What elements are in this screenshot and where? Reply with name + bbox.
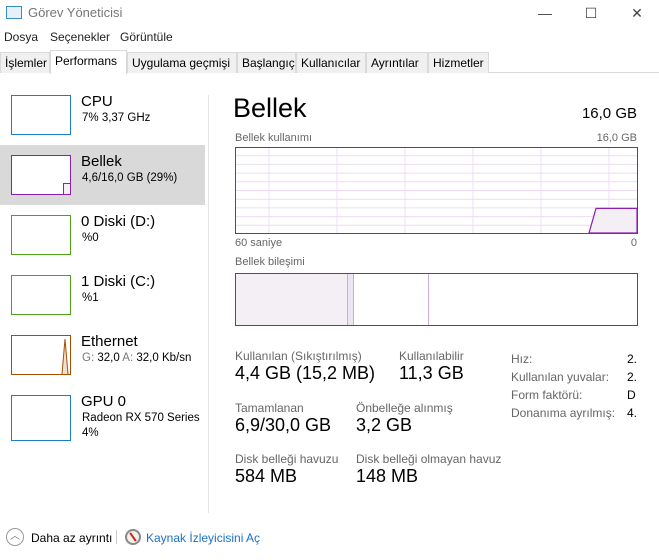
detail-label: Form faktörü: bbox=[511, 388, 583, 402]
chevron-up-icon[interactable]: ︿ bbox=[6, 528, 24, 546]
stat-label: Kullanılan (Sıkıştırılmış) bbox=[235, 349, 362, 363]
stat-value: 6,9/30,0 GB bbox=[235, 415, 332, 435]
stat-paged-pool: Disk belleği havuzu 584 MB bbox=[235, 452, 338, 487]
sidebar-item-name: GPU 0 bbox=[81, 393, 127, 410]
composition-standby[interactable] bbox=[354, 274, 429, 325]
sidebar-item-sub: G: 32,0 A: 32,0 Kb/sn bbox=[82, 352, 191, 364]
tab-startup[interactable]: Başlangıç bbox=[237, 52, 296, 73]
panel-divider bbox=[208, 95, 209, 513]
memory-composition-bar bbox=[235, 273, 638, 326]
receive-label: G: bbox=[82, 352, 95, 364]
disk-thumbnail-graph bbox=[11, 215, 71, 255]
tab-app-history[interactable]: Uygulama geçmişi bbox=[127, 52, 237, 73]
details-values: 2. 2. D 4. bbox=[627, 350, 637, 422]
stat-value: 584 MB bbox=[235, 466, 298, 486]
app-icon bbox=[6, 6, 22, 19]
footer-divider bbox=[116, 530, 117, 544]
stat-value: 11,3 GB bbox=[399, 363, 464, 383]
stat-nonpaged-pool: Disk belleği olmayan havuz 148 MB bbox=[356, 452, 501, 487]
open-resource-monitor-link[interactable]: Kaynak İzleyicisini Aç bbox=[146, 531, 260, 545]
send-label: A: bbox=[122, 352, 134, 364]
tab-details[interactable]: Ayrıntılar bbox=[366, 52, 428, 73]
send-value: 32,0 Kb/sn bbox=[136, 352, 192, 364]
ethernet-thumbnail-graph bbox=[11, 335, 71, 375]
sidebar-item-sub: %1 bbox=[82, 292, 99, 304]
sidebar-item-sub: 4,6/16,0 GB (29%) bbox=[82, 172, 178, 184]
minimize-button[interactable]: — bbox=[522, 0, 568, 26]
maximize-button[interactable]: ☐ bbox=[568, 0, 614, 26]
sidebar-item-name: CPU bbox=[81, 93, 113, 110]
sidebar-item-sub2: 4% bbox=[82, 427, 99, 439]
tab-performance[interactable]: Performans bbox=[50, 50, 127, 74]
tab-users[interactable]: Kullanıcılar bbox=[296, 52, 366, 73]
composition-free[interactable] bbox=[429, 274, 637, 325]
usage-area bbox=[588, 207, 638, 234]
sidebar-item-disk-c[interactable]: 1 Diski (C:) %1 bbox=[0, 265, 205, 325]
detail-value: 2. bbox=[627, 370, 638, 384]
stat-value: 148 MB bbox=[356, 466, 419, 486]
less-details-button[interactable]: Daha az ayrıntı bbox=[31, 531, 112, 545]
sidebar-item-memory[interactable]: Bellek 4,6/16,0 GB (29%) bbox=[0, 145, 205, 205]
stat-label: Disk belleği olmayan havuz bbox=[356, 452, 502, 466]
page-title: Bellek bbox=[233, 93, 307, 123]
usage-label: Bellek kullanımı bbox=[235, 132, 313, 144]
resource-monitor-icon bbox=[125, 529, 141, 545]
sidebar-item-sub: %0 bbox=[82, 232, 99, 244]
detail-label: Kullanılan yuvalar: bbox=[511, 370, 610, 384]
memory-thumbnail-graph bbox=[11, 155, 71, 195]
total-memory: 16,0 GB bbox=[581, 105, 637, 122]
stat-available: Kullanılabilir 11,3 GB bbox=[399, 349, 464, 384]
stat-label: Kullanılabilir bbox=[399, 349, 464, 363]
sidebar-item-name: 0 Diski (D:) bbox=[81, 213, 156, 230]
cpu-thumbnail-graph bbox=[11, 95, 71, 135]
stat-committed: Tamamlanan 6,9/30,0 GB bbox=[235, 401, 331, 436]
time-left-label: 60 saniye bbox=[235, 237, 283, 249]
sidebar-item-name: Ethernet bbox=[81, 333, 138, 350]
stat-value: 3,2 GB bbox=[356, 415, 413, 435]
menu-file[interactable]: Dosya bbox=[4, 30, 38, 44]
usage-max: 16,0 GB bbox=[596, 132, 637, 144]
details-labels: Hız: Kullanılan yuvalar: Form faktörü: D… bbox=[511, 350, 615, 422]
sidebar-item-sub: Radeon RX 570 Series bbox=[82, 412, 200, 424]
stat-label: Önbelleğe alınmış bbox=[356, 401, 453, 415]
tab-services[interactable]: Hizmetler bbox=[428, 52, 489, 73]
stat-in-use: Kullanılan (Sıkıştırılmış) 4,4 GB (15,2 M… bbox=[235, 349, 375, 384]
detail-value: 4. bbox=[627, 406, 638, 420]
sidebar-item-name: Bellek bbox=[81, 153, 122, 170]
receive-value: 32,0 bbox=[97, 352, 120, 364]
disk-thumbnail-graph bbox=[11, 275, 71, 315]
stat-value: 4,4 GB (15,2 MB) bbox=[235, 363, 376, 383]
sidebar-item-sub: 7% 3,37 GHz bbox=[82, 112, 151, 124]
close-button[interactable]: ✕ bbox=[614, 0, 659, 26]
detail-value: D bbox=[627, 388, 636, 402]
sidebar-item-name: 1 Diski (C:) bbox=[81, 273, 156, 290]
detail-label: Donanıma ayrılmış: bbox=[511, 406, 616, 420]
stat-label: Disk belleği havuzu bbox=[235, 452, 339, 466]
memory-usage-graph bbox=[235, 147, 638, 234]
stat-cached: Önbelleğe alınmış 3,2 GB bbox=[356, 401, 453, 436]
detail-value: 2. bbox=[627, 352, 638, 366]
menu-view[interactable]: Görüntüle bbox=[120, 30, 173, 44]
stat-label: Tamamlanan bbox=[235, 401, 304, 415]
window-title: Görev Yöneticisi bbox=[28, 5, 123, 20]
sidebar-item-disk-d[interactable]: 0 Diski (D:) %0 bbox=[0, 205, 205, 265]
composition-label: Bellek bileşimi bbox=[235, 256, 305, 268]
time-right-label: 0 bbox=[630, 237, 637, 249]
sidebar-item-gpu[interactable]: GPU 0 Radeon RX 570 Series 4% bbox=[0, 385, 205, 455]
gpu-thumbnail-graph bbox=[11, 395, 71, 441]
sidebar-item-cpu[interactable]: CPU 7% 3,37 GHz bbox=[0, 85, 205, 145]
tab-processes[interactable]: İşlemler bbox=[0, 52, 50, 73]
composition-in-use[interactable] bbox=[236, 274, 348, 325]
detail-label: Hız: bbox=[511, 352, 533, 366]
sidebar-item-ethernet[interactable]: Ethernet G: 32,0 A: 32,0 Kb/sn bbox=[0, 325, 205, 385]
menu-options[interactable]: Seçenekler bbox=[50, 30, 110, 44]
